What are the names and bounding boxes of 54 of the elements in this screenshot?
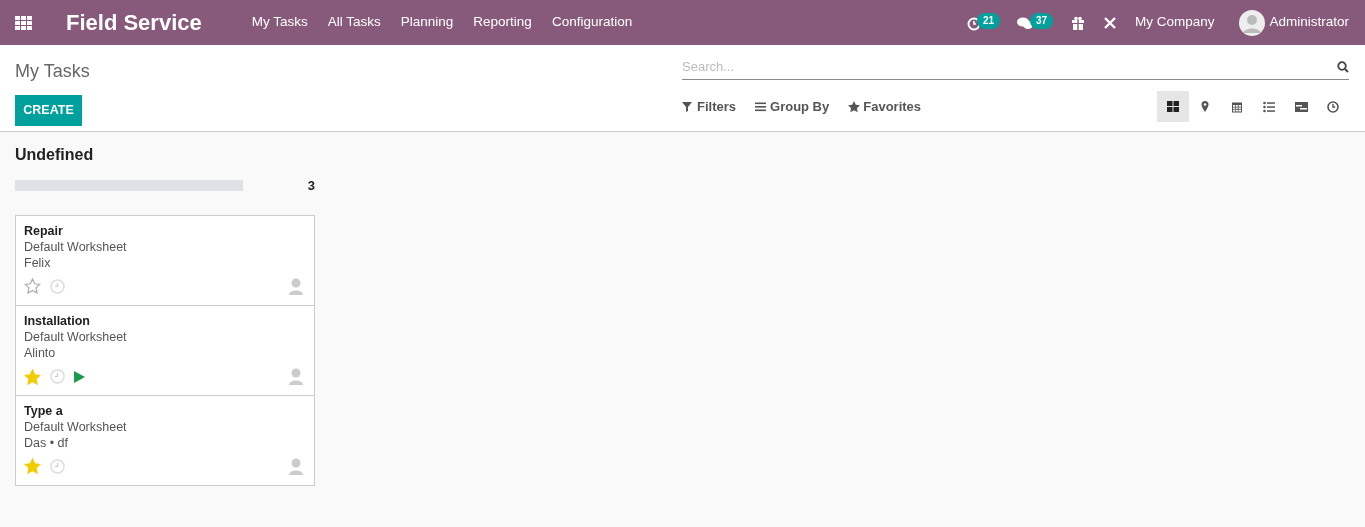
create-button[interactable]: CREATE	[15, 95, 82, 126]
star-icon	[848, 100, 861, 113]
app-menu-icon[interactable]	[15, 15, 32, 30]
task-title: Installation	[24, 313, 91, 330]
list-icon	[1262, 100, 1276, 113]
customer-name: Alinto	[24, 345, 57, 362]
filter-dropdown[interactable]: Favorites	[848, 96, 922, 117]
star-icon[interactable]	[24, 368, 41, 385]
badge-count: 21	[976, 12, 1001, 29]
worksheet-name: Default Worksheet	[24, 238, 128, 255]
worksheet-name: Default Worksheet	[24, 418, 128, 435]
grid-icon	[1166, 100, 1180, 113]
search-field[interactable]: Search...	[682, 54, 1349, 80]
app-title: Field Service	[66, 9, 202, 37]
clock-icon	[966, 16, 981, 31]
company-switcher[interactable]: My Company	[1134, 12, 1215, 33]
search-icon[interactable]	[1337, 61, 1349, 73]
menu-item[interactable]: Reporting	[473, 12, 532, 33]
filter-icon	[682, 100, 694, 113]
star-icon[interactable]	[24, 278, 41, 294]
menu-item[interactable]: Configuration	[551, 12, 633, 33]
column-title: Undefined	[15, 145, 95, 165]
filter-dropdown[interactable]: Filters	[682, 96, 736, 117]
person-icon	[288, 368, 304, 386]
star-icon[interactable]	[24, 458, 41, 475]
task-card[interactable]: Repair Default Worksheet Felix	[16, 215, 314, 306]
menu-icon	[755, 100, 767, 113]
calendar-icon	[1230, 100, 1244, 113]
menu-item[interactable]: All Tasks	[327, 12, 381, 33]
clock-icon	[1326, 100, 1340, 113]
play-icon[interactable]	[74, 370, 85, 383]
task-card[interactable]: Installation Default Worksheet Alinto	[16, 305, 314, 395]
person-icon	[288, 277, 304, 295]
task-card[interactable]: Type a Default Worksheet Das • df	[16, 394, 314, 485]
customer-name: Felix	[24, 254, 52, 271]
filter-dropdown[interactable]: Group By	[755, 96, 830, 117]
worksheet-name: Default Worksheet	[24, 329, 128, 346]
task-title: Type a	[24, 402, 64, 419]
breadcrumb: My Tasks	[15, 60, 91, 83]
record-count: 3	[307, 177, 315, 195]
gantt-icon	[1294, 100, 1308, 113]
badge-count: 37	[1029, 12, 1054, 29]
menu-item[interactable]: My Tasks	[251, 12, 308, 33]
user-name[interactable]: Administrator	[1269, 12, 1349, 33]
chat-icon	[1016, 16, 1033, 30]
messages-button[interactable]: 37	[1016, 10, 1061, 35]
view-switch-button[interactable]	[1157, 91, 1189, 122]
customer-name: Das • df	[24, 434, 69, 451]
avatar-icon	[1239, 9, 1266, 36]
activity-button[interactable]: 21	[966, 10, 1007, 35]
gift-icon[interactable]	[1070, 15, 1085, 30]
menu-item[interactable]: Planning	[400, 12, 454, 33]
task-title: Repair	[24, 222, 64, 239]
person-icon	[288, 457, 304, 475]
